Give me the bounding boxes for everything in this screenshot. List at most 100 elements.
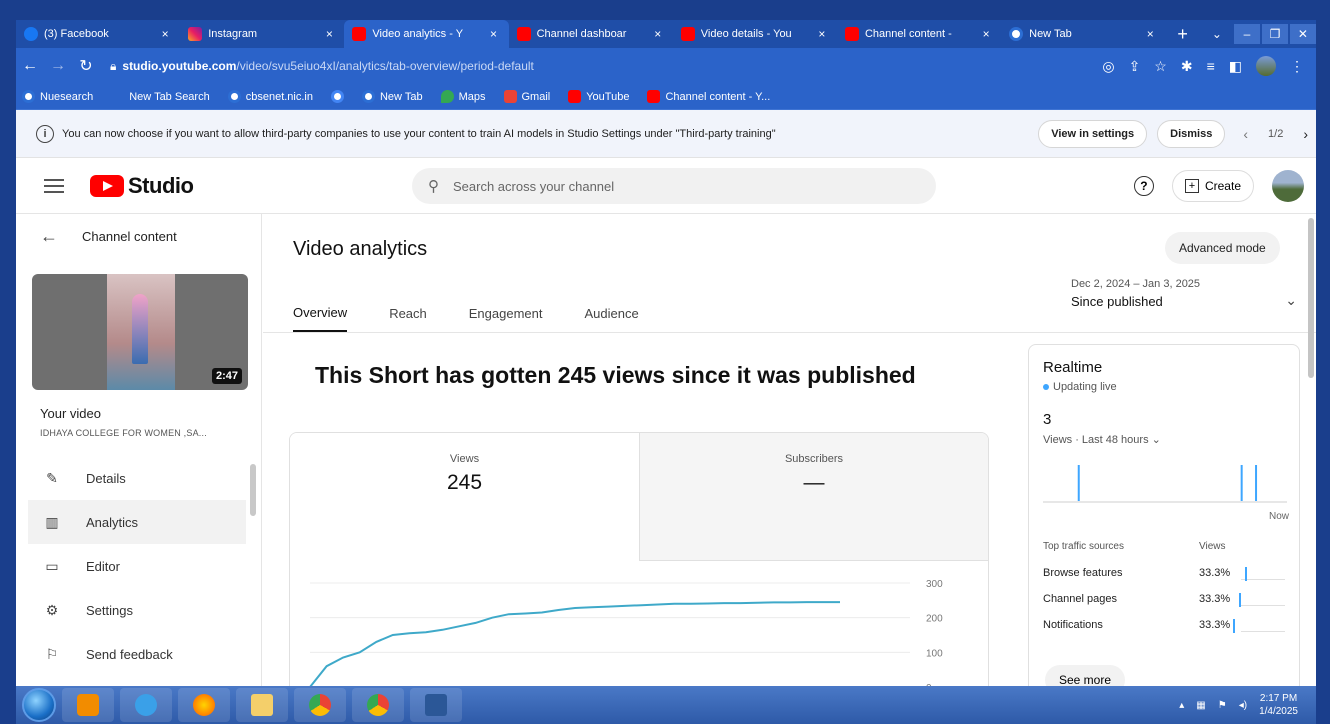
bookmark-item[interactable]: Channel content - Y... <box>647 90 770 103</box>
browser-tab[interactable]: Video analytics - Y × <box>344 20 509 48</box>
taskbar-word[interactable] <box>410 688 462 722</box>
close-window-button[interactable]: ✕ <box>1289 24 1316 44</box>
reload-icon[interactable]: ↻ <box>72 56 100 76</box>
period-selector[interactable]: Dec 2, 2024 – Jan 3, 2025 Since publishe… <box>1071 278 1297 309</box>
traffic-source-name: Channel pages <box>1043 593 1118 605</box>
sidebar-scrollbar[interactable] <box>250 464 256 516</box>
close-tab-icon[interactable]: × <box>651 27 665 41</box>
forward-arrow-icon[interactable]: → <box>44 57 72 75</box>
subscribers-metric-tab[interactable]: Subscribers — <box>639 433 988 561</box>
channel-avatar[interactable] <box>1272 170 1304 202</box>
clock[interactable]: 2:17 PM 1/4/2025 <box>1259 692 1298 718</box>
taskbar-firefox[interactable] <box>178 688 230 722</box>
browser-tab-label: Instagram <box>208 28 258 40</box>
advanced-mode-button[interactable]: Advanced mode <box>1165 232 1280 264</box>
realtime-views-dropdown[interactable]: Views · Last 48 hours ⌄ <box>1043 433 1161 446</box>
close-tab-icon[interactable]: × <box>158 27 172 41</box>
network-icon[interactable]: ▦ <box>1196 700 1205 711</box>
bookmark-item[interactable]: Gmail <box>503 90 550 103</box>
taskbar-media-player[interactable] <box>62 688 114 722</box>
chevron-right-icon[interactable]: › <box>1303 126 1308 142</box>
bookmark-item[interactable]: Nuesearch <box>22 90 93 103</box>
minimize-button[interactable]: – <box>1233 24 1260 44</box>
sidebar-item-settings[interactable]: ⚙ Settings <box>28 588 246 632</box>
sidebar-item-details[interactable]: ✎ Details <box>28 456 246 500</box>
views-metric-tab[interactable]: Views 245 <box>290 433 639 561</box>
search-placeholder: Search across your channel <box>453 178 615 194</box>
extensions-icon[interactable]: ✱ <box>1181 58 1193 75</box>
tab-reach[interactable]: Reach <box>389 294 427 332</box>
share-icon[interactable]: ⇪ <box>1129 58 1141 75</box>
bookmark-item[interactable]: YouTube <box>568 90 629 103</box>
video-thumbnail[interactable]: 2:47 <box>32 274 248 390</box>
traffic-bar <box>1239 593 1241 607</box>
close-tab-icon[interactable]: × <box>979 27 993 41</box>
profile-avatar[interactable] <box>1256 56 1276 76</box>
youtube-icon <box>568 90 582 103</box>
view-in-settings-button[interactable]: View in settings <box>1038 119 1148 148</box>
taskbar-chrome-2[interactable] <box>352 688 404 722</box>
close-tab-icon[interactable]: × <box>322 27 336 41</box>
traffic-bar-track <box>1241 631 1285 632</box>
pencil-icon: ✎ <box>46 469 58 486</box>
sidebar-item-analytics[interactable]: ▥ Analytics <box>28 500 246 544</box>
bookmark-item[interactable] <box>330 90 344 103</box>
see-more-button[interactable]: See more <box>1045 665 1126 686</box>
media-icon[interactable]: ≡ <box>1207 58 1215 74</box>
sidebar-item-editor[interactable]: ▭ Editor <box>28 544 246 588</box>
eye-off-icon[interactable]: ◎ <box>1102 58 1114 75</box>
period-label: Since published <box>1071 294 1163 309</box>
bookmarks-bar: Nuesearch New Tab Search cbsenet.nic.in New… <box>16 84 1316 110</box>
browser-tab[interactable]: (3) Facebook × <box>16 20 180 48</box>
studio-logo[interactable]: Studio <box>90 173 194 199</box>
new-tab-button[interactable]: + <box>1165 20 1200 48</box>
taskbar-explorer[interactable] <box>236 688 288 722</box>
menu-dots-icon[interactable]: ⋮ <box>1290 58 1304 75</box>
bookmark-item[interactable]: cbsenet.nic.in <box>227 90 313 103</box>
gear-icon: ⚙ <box>45 601 59 618</box>
taskbar-ie[interactable] <box>120 688 172 722</box>
bookmark-item[interactable]: New Tab Search <box>111 90 210 103</box>
search-input[interactable]: ⚲ Search across your channel <box>412 168 936 204</box>
hamburger-menu-icon[interactable] <box>44 175 64 197</box>
volume-icon[interactable]: ◂) <box>1239 700 1247 711</box>
browser-tab[interactable]: Video details - You × <box>673 20 837 48</box>
address-bar[interactable]: 🔒︎ studio.youtube.com/video/svu5eiuo4xI/… <box>100 52 1102 80</box>
back-to-channel-content[interactable]: ← Channel content <box>16 214 261 258</box>
close-tab-icon[interactable]: × <box>1143 27 1157 41</box>
chevron-left-icon[interactable]: ‹ <box>1243 126 1248 142</box>
tab-overview[interactable]: Overview <box>293 294 348 332</box>
back-arrow-icon: ← <box>40 225 58 246</box>
back-arrow-icon[interactable]: ← <box>16 57 44 75</box>
star-icon[interactable]: ☆ <box>1154 58 1167 75</box>
close-tab-icon[interactable]: × <box>815 27 829 41</box>
tab-engagement[interactable]: Engagement <box>469 294 543 332</box>
start-button[interactable] <box>22 688 56 722</box>
chevron-down-icon: ⌄ <box>1285 292 1297 308</box>
browser-tab[interactable]: New Tab × <box>1001 20 1165 48</box>
tray-arrow-icon[interactable]: ▴ <box>1179 700 1184 711</box>
bookmark-item[interactable]: New Tab <box>361 90 423 103</box>
side-panel-icon[interactable]: ◧ <box>1229 58 1242 75</box>
page-scrollbar[interactable] <box>1308 218 1314 378</box>
bookmark-item[interactable]: Maps <box>440 90 486 103</box>
sidebar-item-send-feedback[interactable]: ⚐ Send feedback <box>28 632 246 676</box>
video-title: IDHAYA COLLEGE FOR WOMEN ,SA... <box>40 428 207 438</box>
browser-tab[interactable]: Channel dashboar × <box>509 20 673 48</box>
tab-search-icon[interactable]: ⌄ <box>1202 24 1232 44</box>
sidebar: ← Channel content 2:47 Your video IDHAYA… <box>16 214 262 686</box>
info-icon: i <box>36 124 54 143</box>
browser-tab[interactable]: Instagram × <box>180 20 344 48</box>
close-tab-icon[interactable]: × <box>487 27 501 41</box>
tabs-divider <box>263 332 1316 333</box>
dismiss-button[interactable]: Dismiss <box>1157 119 1226 148</box>
subscribers-value: — <box>803 471 825 494</box>
restore-button[interactable]: ❐ <box>1261 24 1288 44</box>
help-icon[interactable]: ? <box>1133 176 1154 196</box>
create-button[interactable]: + Create <box>1171 170 1254 202</box>
sidebar-nav: ✎ Details ▥ Analytics ▭ Editor ⚙ Settings ⚐ Send … <box>28 456 246 676</box>
browser-tab[interactable]: Channel content - × <box>837 20 1001 48</box>
flag-icon[interactable]: ⚑ <box>1218 700 1227 711</box>
taskbar-chrome-1[interactable] <box>294 688 346 722</box>
tab-audience[interactable]: Audience <box>585 294 639 332</box>
